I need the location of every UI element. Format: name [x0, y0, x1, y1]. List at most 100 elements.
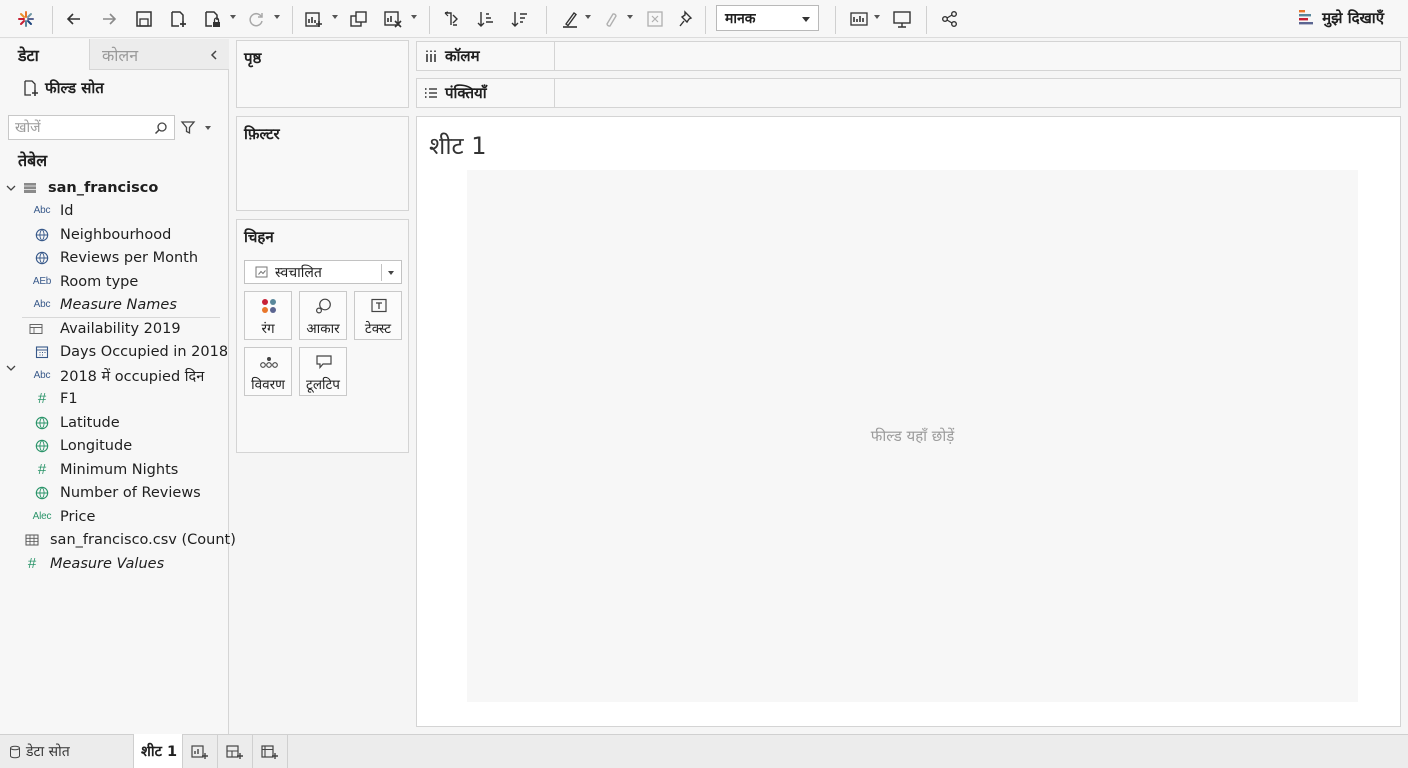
show-me-button[interactable]: मुझे दिखाएँ: [1299, 6, 1384, 30]
show-me-label: मुझे दिखाएँ: [1322, 9, 1384, 27]
rows-shelf[interactable]: पंक्तियाँ: [416, 78, 1401, 108]
field-label: Measure Names: [60, 296, 177, 313]
field-row[interactable]: Alec Price: [30, 505, 96, 528]
field-row[interactable]: Availability 2019: [18, 317, 181, 340]
table-san-francisco[interactable]: san_francisco: [18, 176, 158, 199]
show-mark-labels-icon[interactable]: [643, 7, 667, 31]
show-cards-icon[interactable]: [847, 7, 871, 31]
field-row[interactable]: Days Occupied in 2018: [30, 340, 228, 363]
field-row[interactable]: Latitude: [30, 411, 120, 434]
field-row[interactable]: Abc Id: [30, 199, 74, 222]
columns-shelf[interactable]: कॉलम: [416, 41, 1401, 71]
show-cards-dropdown[interactable]: [874, 15, 880, 19]
sheet-title[interactable]: शीट 1: [429, 129, 487, 162]
presentation-mode-icon[interactable]: [890, 7, 914, 31]
color-button[interactable]: रंग: [244, 291, 292, 340]
data-source-tab-label: डेटा सोत: [26, 744, 70, 760]
drop-field-area[interactable]: फील्ड यहाँ छोड़ें: [467, 170, 1358, 702]
collapse-pane-icon[interactable]: [207, 48, 221, 62]
save-icon[interactable]: [132, 7, 156, 31]
size-button[interactable]: आकार: [299, 291, 347, 340]
automatic-mark-icon: [255, 266, 268, 278]
refresh-icon[interactable]: [244, 7, 268, 31]
database-table-icon: [18, 179, 42, 197]
group-members-icon[interactable]: [598, 7, 622, 31]
drop-field-hint: फील्ड यहाँ छोड़ें: [870, 427, 955, 445]
pages-card[interactable]: पृष्ठ: [236, 40, 409, 108]
field-row[interactable]: # Measure Values: [20, 552, 164, 575]
field-label: Neighbourhood: [60, 226, 172, 243]
undo-icon[interactable]: [62, 7, 86, 31]
sort-descending-icon[interactable]: [508, 7, 532, 31]
clear-sheet-dropdown[interactable]: [411, 15, 417, 19]
new-story-tab-icon[interactable]: [260, 742, 280, 762]
toolbar: मानक मुझे दिखाएँ: [0, 0, 1408, 38]
filters-card[interactable]: फ़िल्टर: [236, 116, 409, 211]
share-icon[interactable]: [938, 7, 962, 31]
filter-dropdown[interactable]: [205, 126, 211, 130]
clear-sheet-icon[interactable]: [381, 7, 405, 31]
data-source-tab[interactable]: डेटा सोत: [0, 735, 133, 768]
field-row[interactable]: san_francisco.csv (Count): [20, 528, 236, 551]
field-row[interactable]: Longitude: [30, 434, 132, 457]
field-label: Latitude: [60, 414, 120, 431]
fix-axes-pin-icon[interactable]: [675, 7, 699, 31]
chevron-down-icon[interactable]: [6, 183, 16, 193]
table-name: san_francisco: [48, 179, 159, 196]
detail-button-label: विवरण: [251, 377, 285, 393]
search-input[interactable]: [15, 118, 153, 137]
refresh-dropdown[interactable]: [274, 15, 280, 19]
sheet-tab-sheet1[interactable]: शीट 1: [133, 734, 183, 768]
field-row[interactable]: Abc 2018 में occupied दिन: [30, 364, 205, 387]
field-label: Measure Values: [50, 555, 165, 572]
search-field[interactable]: [8, 115, 175, 140]
mark-type-select[interactable]: स्वचालित: [244, 260, 402, 284]
filter-icon[interactable]: [180, 119, 196, 135]
field-row[interactable]: Neighbourhood: [30, 223, 171, 246]
field-row[interactable]: # Minimum Nights: [30, 458, 179, 481]
group-members-dropdown[interactable]: [627, 15, 633, 19]
new-data-source-icon[interactable]: [166, 7, 190, 31]
calendar-icon: [30, 343, 54, 361]
redo-icon[interactable]: [97, 7, 121, 31]
field-row[interactable]: Reviews per Month: [30, 246, 198, 269]
rows-label: पंक्तियाँ: [445, 84, 487, 102]
new-worksheet-tab-icon[interactable]: [190, 742, 210, 762]
chevron-down-icon[interactable]: [6, 363, 16, 373]
columns-icon: [426, 50, 436, 62]
string-type-icon: Alec: [32, 511, 52, 522]
toolbar-separator: [429, 6, 430, 34]
string-type-icon: Abc: [33, 299, 51, 310]
new-dashboard-tab-icon[interactable]: [225, 742, 245, 762]
swap-rows-columns-icon[interactable]: [439, 7, 463, 31]
tab-data[interactable]: डेटा: [0, 39, 88, 70]
tooltip-button[interactable]: टूलटिप: [299, 347, 347, 396]
pause-updates-dropdown[interactable]: [230, 15, 236, 19]
field-row[interactable]: AEb Room type: [30, 270, 138, 293]
fit-select[interactable]: मानक: [716, 5, 819, 31]
new-worksheet-icon[interactable]: [302, 7, 326, 31]
string-type-icon: Abc: [33, 370, 51, 381]
field-row[interactable]: Number of Reviews: [30, 481, 201, 504]
field-row[interactable]: Abc Measure Names: [30, 293, 177, 316]
pause-updates-icon[interactable]: [200, 7, 224, 31]
tableau-logo-icon[interactable]: [14, 7, 38, 31]
string-type-icon: Abc: [33, 205, 51, 216]
detail-button[interactable]: विवरण: [244, 347, 292, 396]
field-label: 2018 में occupied दिन: [60, 368, 205, 385]
sheet-tab-label: शीट 1: [141, 744, 178, 760]
sort-ascending-icon[interactable]: [474, 7, 498, 31]
text-button-label: टेक्स्ट: [364, 321, 392, 337]
columns-shelf-label: कॉलम: [417, 42, 555, 70]
search-icon[interactable]: [154, 121, 168, 135]
duplicate-sheet-icon[interactable]: [347, 7, 371, 31]
tables-heading: तेबेल: [18, 151, 48, 170]
field-row[interactable]: # F1: [30, 387, 78, 410]
toolbar-separator: [705, 6, 706, 34]
highlight-dropdown[interactable]: [585, 15, 591, 19]
highlight-icon[interactable]: [558, 7, 582, 31]
field-source[interactable]: फील्ड सोत: [22, 77, 104, 99]
field-label: F1: [60, 390, 78, 407]
text-button[interactable]: टेक्स्ट: [354, 291, 402, 340]
new-worksheet-dropdown[interactable]: [332, 15, 338, 19]
